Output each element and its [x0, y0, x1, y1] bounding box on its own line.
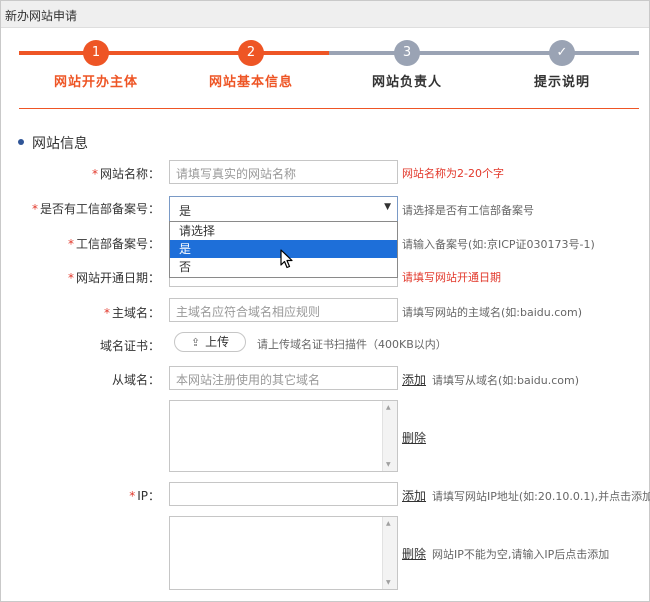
upload-icon: ⇪: [190, 336, 201, 349]
site-name-input[interactable]: 请填写真实的网站名称: [169, 160, 398, 184]
ip-list[interactable]: ▲ ▼: [169, 516, 398, 590]
ip-input[interactable]: [169, 482, 398, 506]
step-4-check-icon: ✓: [549, 40, 575, 66]
divider: [19, 108, 639, 109]
site-name-label: * 网站名称：: [91, 167, 160, 181]
step-4-label: 提示说明: [533, 75, 590, 90]
icp-filed-value: 是: [179, 204, 192, 218]
bullet-icon: [18, 139, 24, 145]
site-name-hint: 网站名称为2-20个字: [402, 167, 504, 180]
icp-number-label: * 工信部备案号：: [67, 237, 160, 251]
ip-hint: 请填写网站IP地址(如:20.10.0.1),并点击添加: [432, 490, 650, 503]
open-date-label: * 网站开通日期：: [67, 271, 160, 285]
sub-domain-hint: 请填写从域名(如:baidu.com): [432, 374, 580, 387]
window-title: 新办网站申请: [5, 9, 78, 23]
scrollbar[interactable]: ▲ ▼: [382, 517, 397, 589]
domain-cert-label: 域名证书：: [99, 339, 160, 353]
domain-cert-hint: 请上传域名证书扫描件（400KB以内）: [257, 338, 447, 351]
caret-down-icon: ▼: [384, 202, 391, 212]
icp-filed-hint: 请选择是否有工信部备案号: [402, 204, 534, 217]
ip-delete-link[interactable]: 删除: [402, 545, 426, 562]
scroll-down-icon[interactable]: ▼: [386, 579, 391, 586]
section-title: 网站信息: [18, 133, 88, 153]
ip-add-link[interactable]: 添加: [402, 487, 426, 504]
dropdown-option-select[interactable]: 请选择: [170, 222, 397, 240]
main-domain-hint: 请填写网站的主域名(如:baidu.com): [402, 306, 583, 319]
icp-filed-select[interactable]: 是 ▼: [169, 196, 398, 222]
step-3-circle: 3: [394, 40, 420, 66]
step-2-label: 网站基本信息: [208, 75, 293, 90]
scrollbar[interactable]: ▲ ▼: [382, 401, 397, 471]
icp-number-hint: 请输入备案号(如:京ICP证030173号-1): [402, 238, 595, 251]
main-domain-label: * 主域名：: [103, 306, 160, 320]
step-1-label: 网站开办主体: [53, 75, 138, 90]
scroll-down-icon[interactable]: ▼: [386, 461, 391, 468]
upload-button[interactable]: ⇪ 上传: [174, 332, 246, 352]
sub-domain-add-link[interactable]: 添加: [402, 371, 426, 388]
ip-label: * IP：: [129, 489, 160, 503]
ip-delete-hint: 网站IP不能为空,请输入IP后点击添加: [432, 548, 610, 561]
step-3-label: 网站负责人: [371, 75, 442, 90]
sub-domain-delete-link[interactable]: 删除: [402, 429, 426, 446]
step-line-completed: [19, 51, 329, 55]
step-2-circle: 2: [238, 40, 264, 66]
main-domain-input[interactable]: 主域名应符合域名相应规则: [169, 298, 398, 322]
open-date-hint: 请填写网站开通日期: [402, 271, 501, 284]
title-bar: 新办网站申请: [1, 1, 649, 28]
section-title-text: 网站信息: [32, 136, 88, 152]
scroll-up-icon[interactable]: ▲: [386, 520, 391, 527]
step-line-pending: [329, 51, 639, 55]
icp-filed-label: * 是否有工信部备案号：: [31, 202, 160, 216]
mouse-pointer-icon: [280, 249, 293, 269]
scroll-up-icon[interactable]: ▲: [386, 404, 391, 411]
sub-domain-label: 从域名：: [111, 373, 160, 387]
sub-domain-input[interactable]: 本网站注册使用的其它域名: [169, 366, 398, 390]
step-1-circle: 1: [83, 40, 109, 66]
sub-domain-list[interactable]: ▲ ▼: [169, 400, 398, 472]
